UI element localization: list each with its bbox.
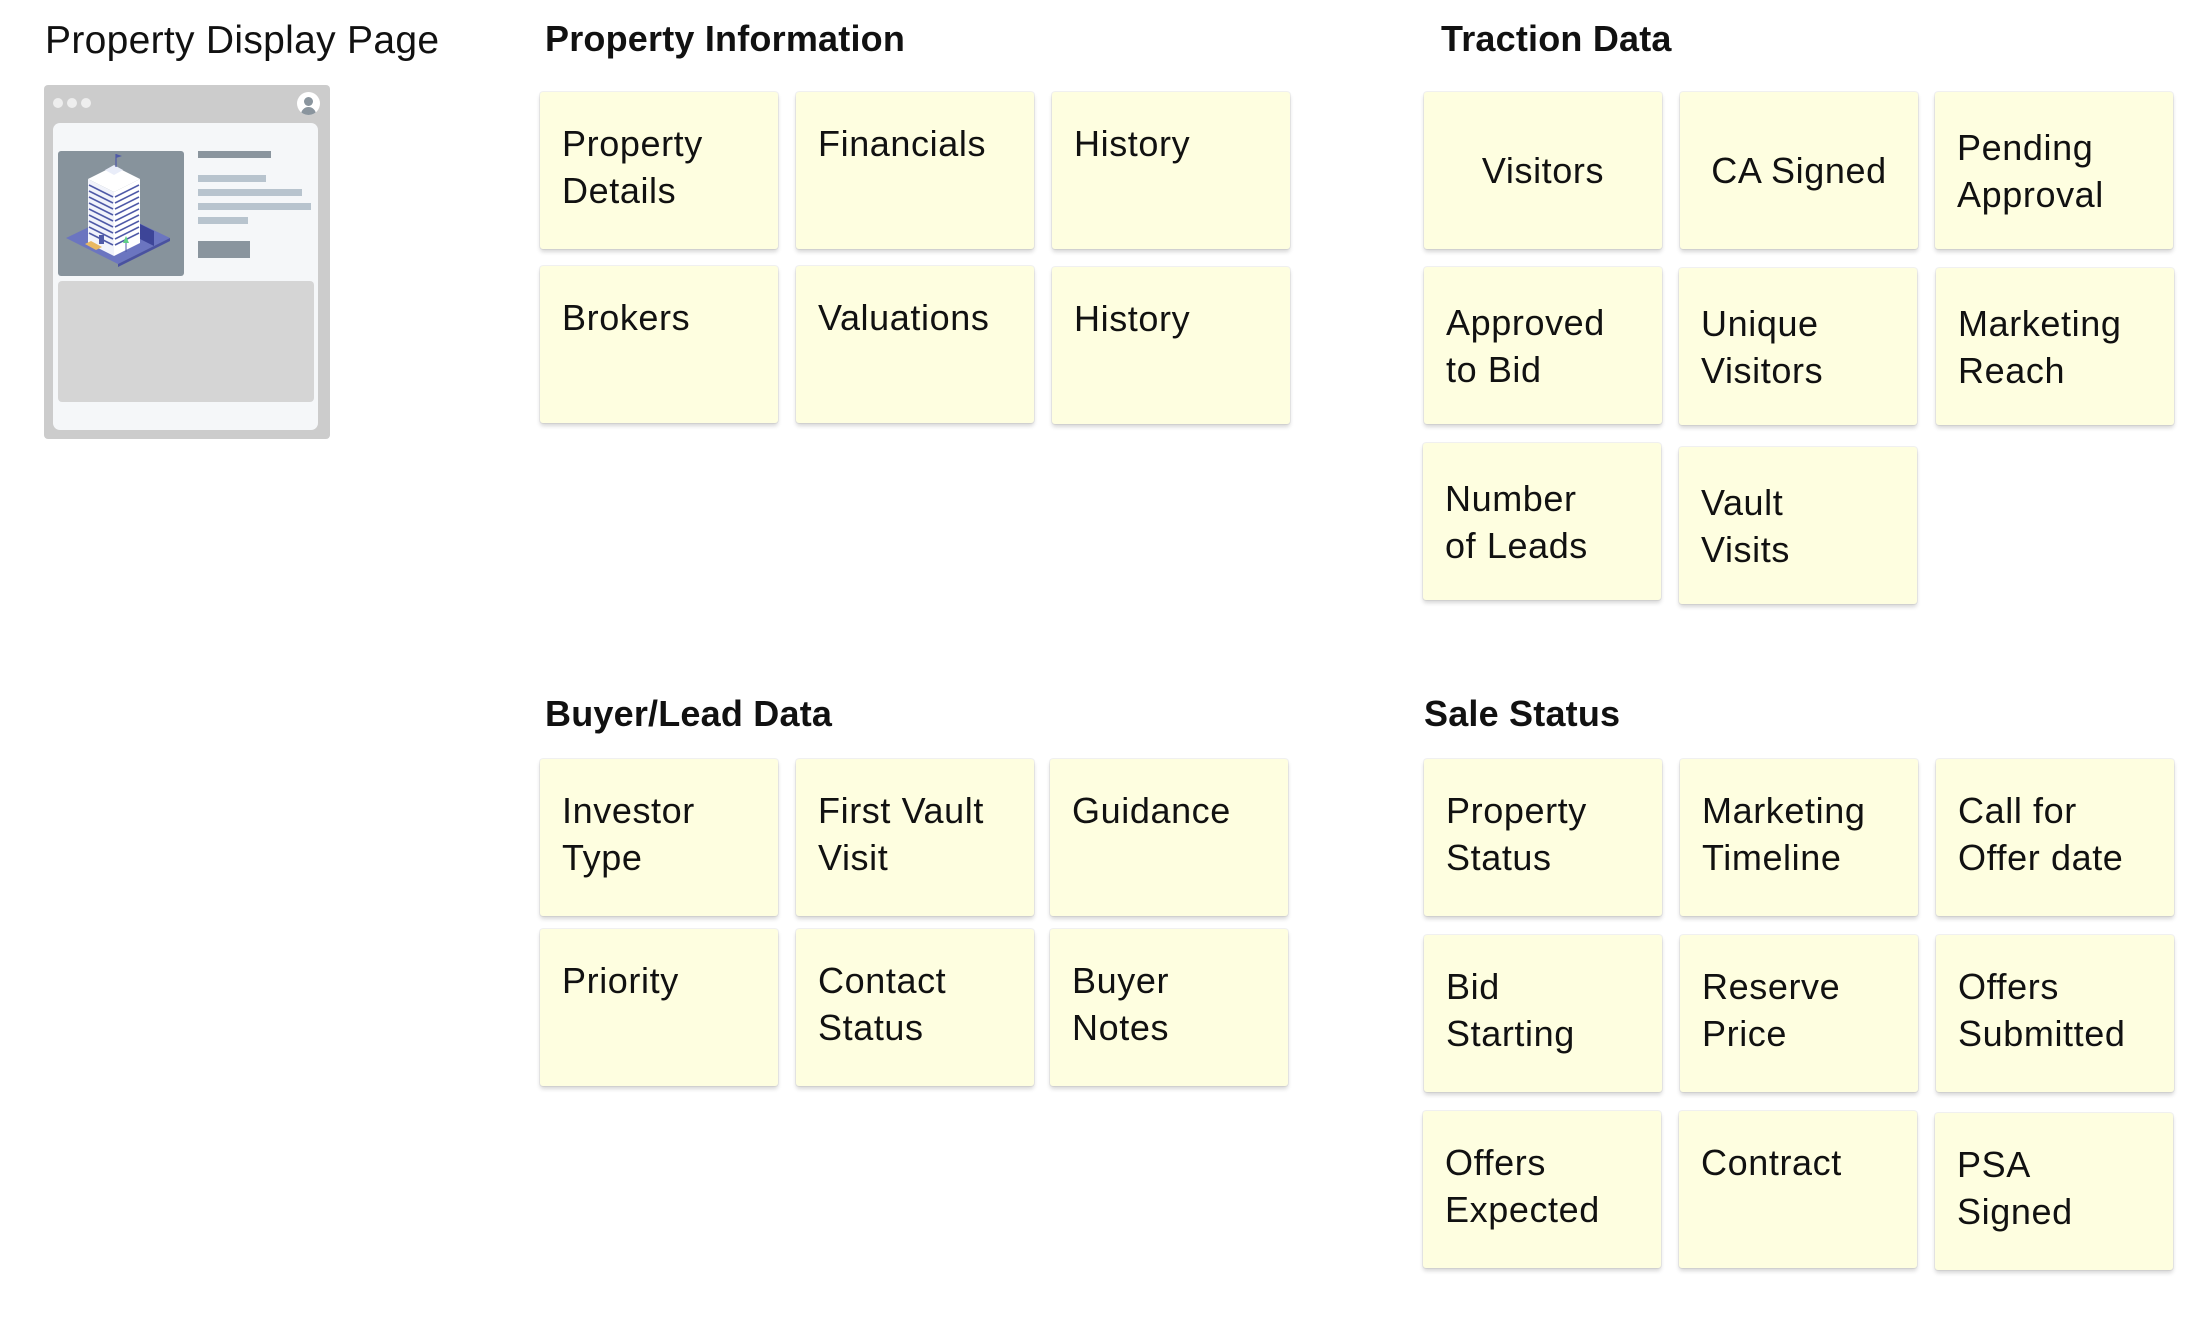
card-label: Approved to Bid xyxy=(1446,301,1605,390)
card-label: Priority xyxy=(562,960,679,1001)
card-vault-visits[interactable]: Vault Visits xyxy=(1679,447,1917,604)
card-offers-expected[interactable]: Offers Expected xyxy=(1423,1111,1661,1268)
card-label: Offers Expected xyxy=(1445,1142,1600,1230)
card-label: Marketing Timeline xyxy=(1702,790,1866,878)
card-number-of-leads[interactable]: Number of Leads xyxy=(1423,443,1661,600)
card-priority[interactable]: Priority xyxy=(540,929,778,1086)
button-placeholder xyxy=(198,241,250,258)
building-image xyxy=(58,151,184,276)
card-label: Guidance xyxy=(1072,790,1231,831)
window-dots-icon xyxy=(53,98,91,108)
card-label: Visitors xyxy=(1481,150,1605,191)
property-page-wireframe[interactable] xyxy=(44,85,330,439)
card-label: PSA Signed xyxy=(1957,1144,2073,1232)
card-investor-type[interactable]: Investor Type xyxy=(540,759,778,916)
card-label: Contract xyxy=(1701,1142,1842,1183)
card-label: Buyer Notes xyxy=(1072,960,1170,1048)
card-label: Property Status xyxy=(1446,790,1587,878)
card-valuations[interactable]: Valuations xyxy=(796,266,1034,423)
card-label: Financials xyxy=(818,123,987,164)
card-property-details[interactable]: Property Details xyxy=(540,92,778,249)
card-label: Brokers xyxy=(562,297,691,338)
card-unique-visitors[interactable]: Unique Visitors xyxy=(1679,268,1917,425)
card-marketing-reach[interactable]: Marketing Reach xyxy=(1936,268,2174,425)
user-avatar-icon xyxy=(297,92,320,115)
card-label: Investor Type xyxy=(562,790,695,878)
text-placeholder-bar xyxy=(198,175,266,182)
card-label: First Vault Visit xyxy=(818,790,984,878)
card-visitors[interactable]: Visitors xyxy=(1424,92,1662,249)
card-label: Contact Status xyxy=(818,960,947,1048)
card-marketing-timeline[interactable]: Marketing Timeline xyxy=(1680,759,1918,916)
card-financials[interactable]: Financials xyxy=(796,92,1034,249)
card-label: CA Signed xyxy=(1711,150,1887,191)
card-label: History xyxy=(1074,298,1191,339)
page-title: Property Display Page xyxy=(45,19,440,62)
card-label: Vault Visits xyxy=(1701,481,1790,570)
text-placeholder-bar xyxy=(198,189,302,196)
card-label: Number of Leads xyxy=(1445,477,1588,566)
card-label: Call for Offer date xyxy=(1958,790,2124,878)
card-buyer-notes[interactable]: Buyer Notes xyxy=(1050,929,1288,1086)
title-placeholder-bar xyxy=(198,151,271,158)
card-pending-approval[interactable]: Pending Approval xyxy=(1935,92,2173,249)
card-approved-to-bid[interactable]: Approved to Bid xyxy=(1424,267,1662,424)
card-call-for-offer-date[interactable]: Call for Offer date xyxy=(1936,759,2174,916)
card-label: Valuations xyxy=(818,297,990,338)
card-contract[interactable]: Contract xyxy=(1679,1111,1917,1268)
card-label: Bid Starting xyxy=(1446,966,1575,1054)
text-placeholder-bar xyxy=(198,203,311,210)
card-bid-starting[interactable]: Bid Starting xyxy=(1424,935,1662,1092)
card-property-status[interactable]: Property Status xyxy=(1424,759,1662,916)
card-label: Offers Submitted xyxy=(1958,966,2126,1054)
section-title-buyer-lead-data: Buyer/Lead Data xyxy=(545,693,833,734)
card-psa-signed[interactable]: PSA Signed xyxy=(1935,1113,2173,1270)
card-label: History xyxy=(1074,123,1191,164)
card-label: Reserve Price xyxy=(1702,966,1841,1054)
card-history-2[interactable]: History xyxy=(1052,267,1290,424)
section-title-traction-data: Traction Data xyxy=(1441,18,1672,59)
card-brokers[interactable]: Brokers xyxy=(540,266,778,423)
card-offers-submitted[interactable]: Offers Submitted xyxy=(1936,935,2174,1092)
content-placeholder-block xyxy=(58,281,314,402)
card-label: Unique Visitors xyxy=(1701,302,1824,391)
card-reserve-price[interactable]: Reserve Price xyxy=(1680,935,1918,1092)
card-label: Property Details xyxy=(562,123,703,211)
card-history[interactable]: History xyxy=(1052,92,1290,249)
wireframe-content-panel xyxy=(53,123,318,430)
card-guidance[interactable]: Guidance xyxy=(1050,759,1288,916)
card-first-vault-visit[interactable]: First Vault Visit xyxy=(796,759,1034,916)
card-label: Marketing Reach xyxy=(1958,302,2122,391)
section-title-property-information: Property Information xyxy=(545,18,906,59)
building-icon xyxy=(66,154,170,267)
card-ca-signed[interactable]: CA Signed xyxy=(1680,92,1918,249)
section-title-sale-status: Sale Status xyxy=(1424,693,1621,734)
card-contact-status[interactable]: Contact Status xyxy=(796,929,1034,1086)
text-placeholder-bar xyxy=(198,217,248,224)
card-label: Pending Approval xyxy=(1957,126,2104,215)
